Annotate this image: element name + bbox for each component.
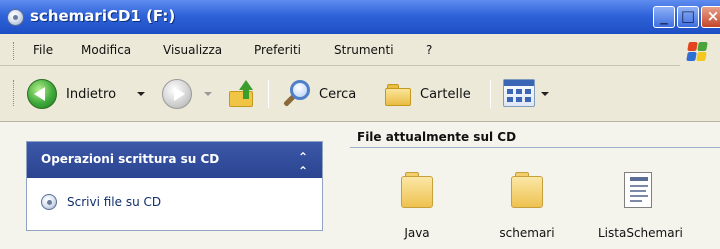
menu-strumenti[interactable]: Strumenti	[334, 43, 394, 57]
folder-icon	[509, 172, 545, 210]
back-dropdown-icon[interactable]	[137, 92, 145, 96]
forward-dropdown-icon[interactable]	[204, 92, 212, 96]
maximize-button[interactable]: □	[677, 6, 699, 28]
toolbar: Indietro Cerca Cartelle	[0, 66, 720, 122]
folder-icon	[399, 172, 435, 210]
toolbar-separator	[268, 80, 269, 108]
file-label: ListaSchemari	[598, 226, 683, 240]
cd-drive-icon	[7, 9, 24, 26]
minimize-button[interactable]: _	[653, 6, 675, 28]
menu-visualizza[interactable]: Visualizza	[163, 43, 222, 57]
file-item-listaschemari[interactable]: ListaSchemari	[598, 172, 683, 242]
file-item-schemari[interactable]: schemari	[487, 172, 567, 242]
write-files-to-cd-label[interactable]: Scrivi file su CD	[67, 195, 161, 209]
document-icon	[620, 172, 656, 210]
menu-file[interactable]: File	[33, 43, 53, 57]
back-arrow-icon[interactable]	[27, 79, 57, 109]
file-label: Java	[404, 226, 430, 240]
views-dropdown-icon[interactable]	[541, 92, 549, 96]
search-icon[interactable]	[283, 78, 314, 110]
search-button-label[interactable]: Cerca	[319, 87, 356, 102]
title-bar[interactable]: schemariCD1 (F:) _ □ ×	[0, 0, 720, 34]
toolbar-separator	[490, 80, 491, 108]
menu-modifica[interactable]: Modifica	[81, 43, 131, 57]
folder-up-icon[interactable]	[229, 80, 255, 108]
write-files-to-cd-link[interactable]: Scrivi file su CD	[41, 192, 321, 214]
file-item-java[interactable]: Java	[377, 172, 457, 242]
folders-icon[interactable]	[385, 80, 415, 108]
menu-grip[interactable]	[13, 42, 16, 60]
folders-button-label[interactable]: Cartelle	[420, 87, 471, 102]
views-icon[interactable]	[503, 79, 535, 107]
menu-help[interactable]: ?	[426, 43, 432, 57]
windows-logo-icon	[680, 38, 720, 66]
forward-arrow-icon[interactable]	[162, 79, 192, 109]
cd-writing-tasks-panel: Operazioni scrittura su CD ⌃ ⌃ Scrivi fil…	[26, 141, 323, 231]
files-section-heading: File attualmente sul CD	[357, 130, 517, 144]
menu-bar: File Modifica Visualizza Preferiti Strum…	[0, 34, 720, 66]
close-button[interactable]: ×	[701, 6, 720, 28]
file-label: schemari	[499, 226, 555, 240]
back-button-label[interactable]: Indietro	[66, 87, 116, 102]
task-panel-title: Operazioni scrittura su CD	[41, 152, 220, 166]
toolbar-grip[interactable]	[13, 80, 16, 106]
menu-preferiti[interactable]: Preferiti	[254, 43, 301, 57]
window-title: schemariCD1 (F:)	[30, 7, 176, 25]
burn-cd-icon	[41, 194, 57, 210]
collapse-chevron-icon[interactable]: ⌃ ⌃	[295, 150, 311, 178]
task-panel-header[interactable]: Operazioni scrittura su CD ⌃ ⌃	[27, 142, 322, 178]
section-divider	[350, 147, 720, 148]
